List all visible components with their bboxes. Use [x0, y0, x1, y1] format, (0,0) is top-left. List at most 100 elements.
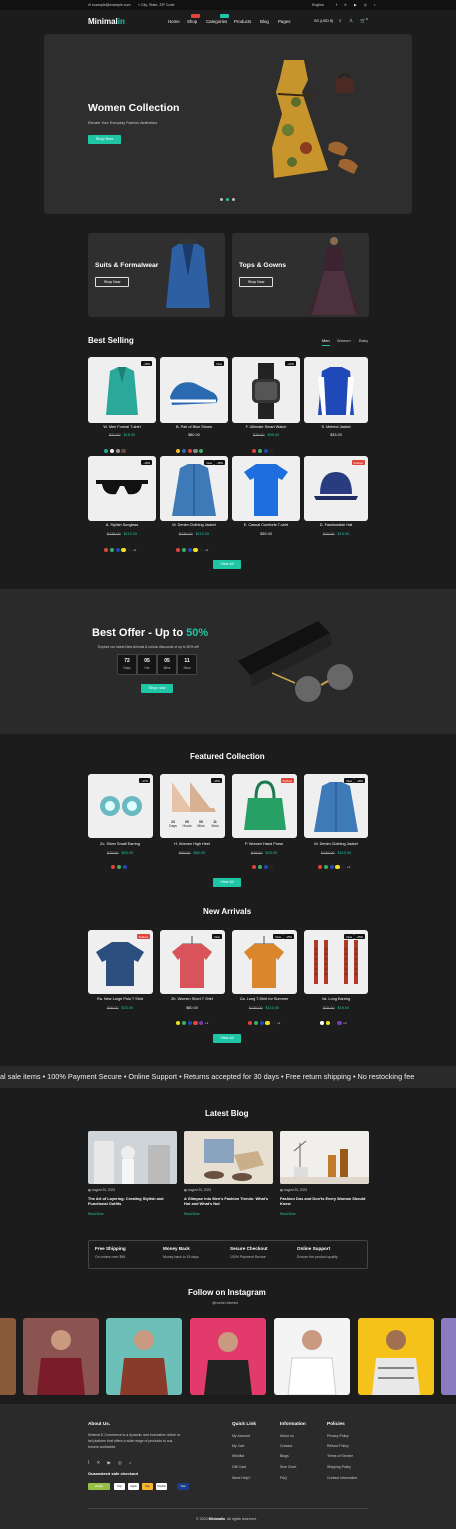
- arrivals-view-all-button[interactable]: View All: [213, 1034, 241, 1043]
- product-name[interactable]: Ca. Long T-Shirt for Summer: [230, 997, 298, 1001]
- instagram-handle[interactable]: @norton-themes: [212, 1301, 238, 1305]
- blog-post-title[interactable]: A Glimpse into Men's Fashion Trends: Wha…: [184, 1196, 273, 1206]
- read-more-link[interactable]: Read More: [184, 1212, 200, 1216]
- footer-link[interactable]: Privacy Policy: [327, 1434, 349, 1438]
- color-swatches[interactable]: +3: [320, 1014, 347, 1025]
- category-shop-button[interactable]: Shop Now: [95, 277, 129, 287]
- best-selling-view-all-button[interactable]: View All: [213, 560, 241, 569]
- product-name[interactable]: A. Stylish Sunglass: [88, 523, 156, 527]
- email-text[interactable]: ✉ example@example.com: [88, 3, 131, 7]
- nav-home[interactable]: Home: [168, 19, 180, 24]
- color-swatches[interactable]: +3: [248, 1014, 280, 1025]
- tab-baby[interactable]: Baby: [359, 338, 368, 343]
- footer-link[interactable]: Shipping Policy: [327, 1465, 351, 1469]
- footer-link[interactable]: Blogs: [280, 1454, 289, 1458]
- nav-pages[interactable]: Pages: [278, 19, 290, 24]
- product-card[interactable]: New -15%: [232, 930, 297, 994]
- language-select[interactable]: English: [312, 3, 324, 7]
- product-name[interactable]: M. Denim Clothing Jacket: [160, 523, 228, 527]
- product-card[interactable]: -15% 23 Days 05 Hours 05 Mins 11 Secs: [160, 774, 225, 838]
- product-card[interactable]: -18%: [88, 456, 156, 521]
- instagram-photo[interactable]: [106, 1318, 182, 1395]
- product-card[interactable]: -17%: [88, 774, 153, 838]
- social-icons[interactable]: f ✕ ▶ ◎ ♪: [336, 3, 379, 7]
- color-swatches[interactable]: +3: [318, 858, 350, 869]
- footer-link[interactable]: Refund Policy: [327, 1444, 349, 1448]
- footer-link[interactable]: Contact information: [327, 1476, 357, 1480]
- color-swatches[interactable]: [111, 858, 128, 869]
- footer-link[interactable]: Wishlist: [232, 1454, 244, 1458]
- blog-image[interactable]: [280, 1131, 369, 1184]
- featured-view-all-button[interactable]: View All: [213, 878, 241, 887]
- footer-social-icons[interactable]: f ✕ ▶ ◎ ♪: [88, 1460, 134, 1466]
- product-name[interactable]: Ra. New Large Polo T Shirt: [86, 997, 154, 1001]
- category-shop-button[interactable]: Shop Now: [239, 277, 273, 287]
- footer-link[interactable]: Size Chart: [280, 1465, 296, 1469]
- search-icon[interactable]: ⌕: [339, 18, 342, 23]
- color-swatches[interactable]: [176, 442, 205, 453]
- footer-link[interactable]: Terms of Service: [327, 1454, 353, 1458]
- product-card[interactable]: Soldout: [232, 774, 297, 838]
- product-name[interactable]: W. Men Formal T-shirt: [88, 425, 156, 429]
- product-name[interactable]: Zc. Silver Small Earring: [86, 842, 154, 846]
- offer-shop-button[interactable]: Shop now: [141, 684, 173, 693]
- color-swatches[interactable]: [252, 858, 275, 869]
- product-card[interactable]: New: [160, 357, 228, 423]
- footer-link[interactable]: About us: [280, 1434, 294, 1438]
- product-name[interactable]: Zb. Women Short T Shirt: [158, 997, 226, 1001]
- product-name[interactable]: Va. Long Earring: [302, 997, 370, 1001]
- product-name[interactable]: P. Women Hand Purse: [230, 842, 298, 846]
- product-name[interactable]: F. Ultimate Smart Watch: [232, 425, 300, 429]
- product-name[interactable]: E. Casual Comforts T-shirt: [232, 523, 300, 527]
- instagram-photo[interactable]: [441, 1318, 456, 1395]
- product-card[interactable]: -22%: [232, 357, 300, 423]
- site-logo[interactable]: Minimalin: [88, 17, 125, 26]
- footer-link[interactable]: FAQ: [280, 1476, 287, 1480]
- instagram-photo[interactable]: [274, 1318, 350, 1395]
- product-card[interactable]: [232, 456, 300, 521]
- blog-post-title[interactable]: Fashion Dos and Don'ts Every Woman Shoul…: [280, 1196, 369, 1206]
- read-more-link[interactable]: Read More: [88, 1212, 104, 1216]
- footer-link[interactable]: Contact: [280, 1444, 292, 1448]
- blog-image[interactable]: [184, 1131, 273, 1184]
- category-suits[interactable]: Suits & Formalwear Shop Now: [88, 233, 225, 317]
- nav-categories[interactable]: Categories: [206, 19, 227, 24]
- instagram-photo[interactable]: [358, 1318, 434, 1395]
- currency-select[interactable]: SG (USD $): [314, 19, 333, 23]
- slider-dot[interactable]: [232, 198, 235, 201]
- nav-blog[interactable]: Blog: [260, 19, 269, 24]
- product-card[interactable]: -18%: [88, 357, 156, 423]
- instagram-photo[interactable]: [190, 1318, 266, 1395]
- slider-dot[interactable]: [220, 198, 223, 201]
- instagram-photo[interactable]: [0, 1318, 16, 1395]
- blog-image[interactable]: [88, 1131, 177, 1184]
- color-swatches[interactable]: +3: [104, 541, 136, 552]
- cart-icon[interactable]: 🛒: [360, 18, 366, 24]
- product-name[interactable]: H. Women High Heel: [158, 842, 226, 846]
- product-name[interactable]: M. Denim Clothing Jacket: [302, 842, 370, 846]
- product-name[interactable]: S. Melend Jacket: [302, 425, 370, 429]
- product-card[interactable]: New: [160, 930, 225, 994]
- slider-dot-active[interactable]: [226, 198, 229, 201]
- color-swatches[interactable]: +3: [176, 1014, 208, 1025]
- tab-women[interactable]: Women: [337, 338, 351, 343]
- footer-link[interactable]: Gift Card: [232, 1465, 246, 1469]
- product-card[interactable]: [304, 357, 368, 423]
- product-card[interactable]: New -18%: [160, 456, 228, 521]
- tab-men[interactable]: Men: [322, 338, 330, 346]
- instagram-photo[interactable]: [23, 1318, 99, 1395]
- product-card[interactable]: New -25%: [304, 930, 368, 994]
- blog-post-title[interactable]: The Art of Layering: Creating Stylish an…: [88, 1196, 177, 1206]
- footer-link[interactable]: My Account: [232, 1434, 250, 1438]
- product-card[interactable]: New -18%: [304, 774, 368, 838]
- nav-products[interactable]: Products: [234, 19, 251, 24]
- product-name[interactable]: B. Pair of Blue Shoes: [160, 425, 228, 429]
- product-card[interactable]: Soldout: [304, 456, 368, 521]
- nav-shop[interactable]: Shop: [187, 19, 197, 24]
- product-name[interactable]: D. Fashionable Hat: [302, 523, 370, 527]
- footer-link[interactable]: Need Help?: [232, 1476, 250, 1480]
- color-swatches[interactable]: [252, 442, 275, 453]
- category-tops[interactable]: Tops & Gowns Shop Now: [232, 233, 369, 317]
- product-card[interactable]: Soldout: [88, 930, 153, 994]
- color-swatches[interactable]: +3: [176, 541, 208, 552]
